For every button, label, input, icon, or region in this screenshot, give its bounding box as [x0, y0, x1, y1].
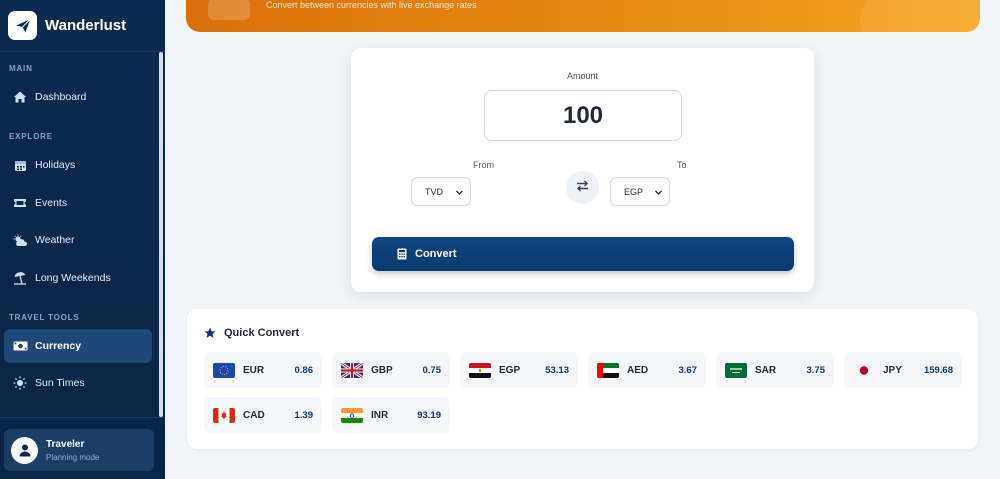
eu-flag-icon: [213, 362, 235, 378]
rate-code: JPY: [883, 364, 902, 376]
sidebar-item-label: Holidays: [35, 159, 76, 171]
money-icon: [12, 338, 28, 354]
section-label-travel-tools: TRAVEL TOOLS: [9, 313, 80, 322]
home-icon: [12, 89, 28, 105]
banner-icon-box: [208, 0, 250, 20]
from-currency-value: TVD: [425, 186, 443, 197]
rate-card-eur[interactable]: EUR 0.86: [204, 352, 322, 388]
paper-plane-icon: [8, 11, 37, 40]
cloud-sun-icon: [12, 232, 28, 248]
user-subtitle: Planning mode: [46, 452, 100, 462]
swap-arrows-icon: [576, 179, 589, 197]
to-currency-select[interactable]: EGP: [610, 177, 670, 206]
sa-flag-icon: [725, 362, 747, 378]
to-label: To: [677, 160, 687, 170]
rate-code: INR: [371, 409, 389, 421]
rate-card-aed[interactable]: AED 3.67: [588, 352, 706, 388]
sidebar-item-label: Long Weekends: [35, 272, 111, 284]
rate-code: EGP: [499, 364, 521, 376]
section-label-main: MAIN: [9, 64, 33, 73]
sidebar-divider: [0, 417, 165, 418]
rate-code: CAD: [243, 409, 265, 421]
sidebar-item-label: Events: [35, 197, 68, 209]
banner-decoration: [860, 0, 980, 32]
rate-card-cad[interactable]: CAD 1.39: [204, 397, 322, 433]
sidebar-item-long-weekends[interactable]: Long Weekends: [4, 261, 152, 295]
convert-button-label: Convert: [415, 248, 457, 260]
rate-code: SAR: [755, 364, 777, 376]
convert-button[interactable]: Convert: [372, 237, 794, 271]
user-avatar-icon: [11, 436, 38, 464]
star-icon: [202, 325, 218, 341]
sidebar-item-label: Dashboard: [35, 91, 87, 103]
rate-value: 3.75: [806, 364, 826, 376]
sidebar-item-label: Currency: [35, 340, 82, 352]
rate-value: 53.13: [545, 364, 569, 376]
sidebar-item-currency[interactable]: Currency: [4, 329, 152, 363]
ca-flag-icon: [213, 407, 235, 423]
rate-value: 93.19: [417, 409, 441, 421]
chevron-down-icon: [655, 188, 662, 195]
sidebar-item-holidays[interactable]: Holidays: [4, 148, 152, 182]
rate-card-inr[interactable]: INR 93.19: [332, 397, 450, 433]
amount-input[interactable]: [484, 90, 682, 141]
rate-value: 1.39: [294, 409, 314, 421]
user-card[interactable]: Traveler Planning mode: [4, 429, 154, 471]
rate-card-egp[interactable]: EGP 53.13: [460, 352, 578, 388]
sidebar: Wanderlust MAIN Dashboard EXPLORE Holida…: [0, 0, 165, 479]
rate-value: 0.86: [294, 364, 314, 376]
rate-card-sar[interactable]: SAR 3.75: [716, 352, 834, 388]
rate-card-jpy[interactable]: JPY 159.68: [844, 352, 962, 388]
sidebar-item-dashboard[interactable]: Dashboard: [4, 80, 152, 114]
quick-convert-title-label: Quick Convert: [224, 327, 300, 339]
calculator-icon: [394, 246, 410, 262]
rate-code: AED: [627, 364, 649, 376]
umbrella-beach-icon: [12, 270, 28, 286]
ticket-icon: [12, 195, 28, 211]
rate-code: EUR: [243, 364, 265, 376]
from-currency-select[interactable]: TVD: [411, 177, 471, 206]
swap-currencies-button[interactable]: [566, 171, 599, 204]
calendar-icon: [12, 157, 28, 173]
sidebar-item-events[interactable]: Events: [4, 186, 152, 220]
rate-card-gbp[interactable]: GBP 0.75: [332, 352, 450, 388]
section-label-explore: EXPLORE: [9, 132, 53, 141]
amount-label: Amount: [566, 71, 599, 81]
chevron-down-icon: [456, 188, 463, 195]
rate-value: 3.67: [678, 364, 698, 376]
quick-convert-card: Quick Convert EUR 0.86 GBP 0.75 EGP 53.1…: [187, 309, 978, 449]
sun-icon: [12, 375, 28, 391]
app-name: Wanderlust: [45, 17, 127, 34]
rate-value: 159.68: [923, 364, 953, 376]
sidebar-item-weather[interactable]: Weather: [4, 223, 152, 257]
sidebar-item-label: Sun Times: [35, 377, 85, 389]
page-banner: Convert between currencies with live exc…: [186, 0, 980, 32]
to-currency-value: EGP: [624, 186, 644, 197]
sidebar-item-label: Weather: [35, 234, 75, 246]
jp-flag-icon: [853, 362, 875, 378]
ae-flag-icon: [597, 362, 619, 378]
eg-flag-icon: [469, 362, 491, 378]
gb-flag-icon: [341, 362, 363, 378]
rate-value: 0.75: [422, 364, 442, 376]
brand[interactable]: Wanderlust: [0, 0, 165, 52]
banner-subtitle: Convert between currencies with live exc…: [266, 0, 477, 10]
sidebar-item-sun-times[interactable]: Sun Times: [4, 366, 152, 400]
quick-convert-title: Quick Convert: [202, 325, 299, 341]
sidebar-scrollbar-thumb[interactable]: [159, 52, 163, 417]
converter-card: Amount From To TVD EGP Convert: [351, 48, 814, 292]
in-flag-icon: [341, 407, 363, 423]
from-label: From: [473, 160, 494, 170]
rate-code: GBP: [371, 364, 393, 376]
user-name: Traveler: [46, 438, 85, 450]
